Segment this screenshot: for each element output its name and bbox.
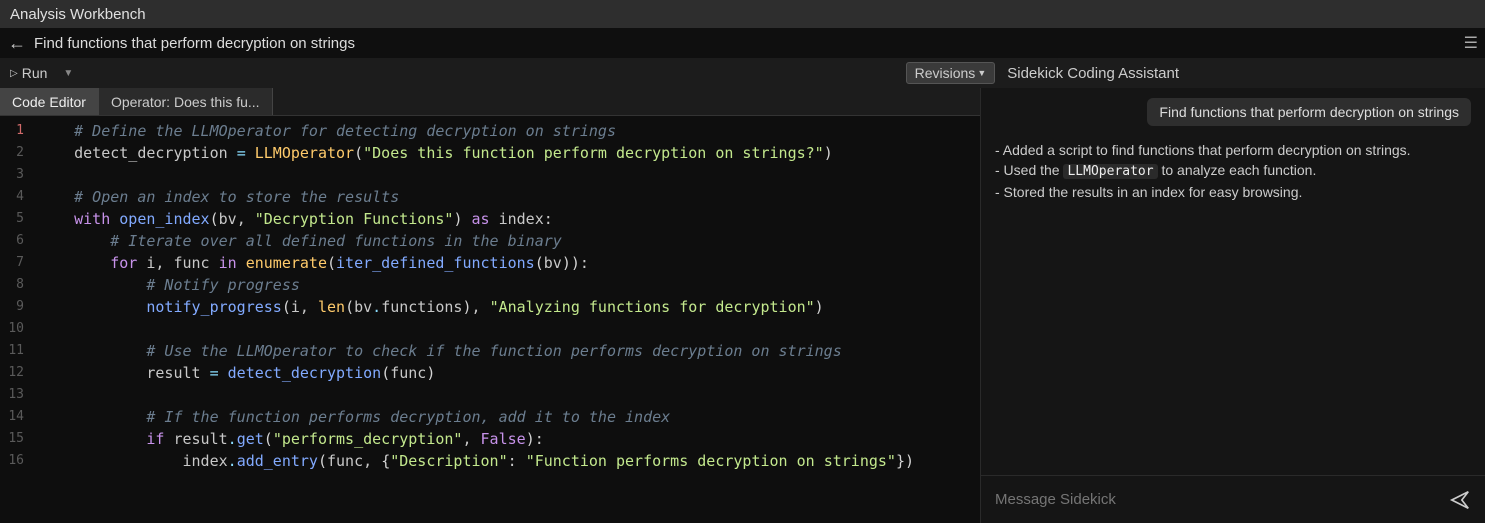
code-line[interactable]: notify_progress(i, len(bv.functions), "A…: [38, 296, 972, 318]
assistant-line: - Used the LLMOperator to analyze each f…: [995, 160, 1471, 182]
query-bar: ← Find functions that perform decryption…: [0, 28, 1485, 58]
code-line[interactable]: with open_index(bv, "Decryption Function…: [38, 208, 972, 230]
run-label: Run: [22, 65, 48, 81]
toolbar: ▷ Run ▼ Revisions ▼ Sidekick Coding Assi…: [0, 58, 1485, 88]
app-title: Analysis Workbench: [10, 6, 146, 23]
code-line[interactable]: if result.get("performs_decryption", Fal…: [38, 428, 972, 450]
line-number: 9: [0, 296, 24, 318]
code-line[interactable]: index.add_entry(func, {"Description": "F…: [38, 450, 972, 472]
editor-tabs: Code Editor Operator: Does this fu...: [0, 88, 980, 116]
revisions-button[interactable]: Revisions ▼: [906, 62, 996, 84]
line-number: 15: [0, 428, 24, 450]
line-number: 11: [0, 340, 24, 362]
play-icon: ▷: [10, 68, 18, 79]
line-number: 14: [0, 406, 24, 428]
tab-label: Code Editor: [12, 94, 86, 110]
tab-code-editor[interactable]: Code Editor: [0, 88, 99, 115]
code-line[interactable]: [38, 318, 972, 340]
line-number: 4: [0, 186, 24, 208]
code-line[interactable]: # Notify progress: [38, 274, 972, 296]
tab-operator[interactable]: Operator: Does this fu...: [99, 88, 273, 115]
revisions-label: Revisions: [915, 65, 976, 81]
code-line[interactable]: result = detect_decryption(func): [38, 362, 972, 384]
hamburger-menu-icon[interactable]: ☰: [1464, 33, 1477, 53]
line-number: 16: [0, 450, 24, 472]
user-message-text: Find functions that perform decryption o…: [1159, 104, 1459, 120]
line-gutter: 12345678910111213141516: [0, 116, 30, 523]
code-area[interactable]: # Define the LLMOperator for detecting d…: [30, 116, 980, 523]
query-text: Find functions that perform decryption o…: [34, 35, 1464, 52]
line-number: 10: [0, 318, 24, 340]
chat-area: Find functions that perform decryption o…: [981, 88, 1485, 475]
user-message: Find functions that perform decryption o…: [1147, 98, 1471, 126]
line-number: 2: [0, 142, 24, 164]
line-number: 8: [0, 274, 24, 296]
assistant-line: - Stored the results in an index for eas…: [995, 182, 1471, 202]
code-line[interactable]: detect_decryption = LLMOperator("Does th…: [38, 142, 972, 164]
titlebar: Analysis Workbench: [0, 0, 1485, 28]
sidekick-pane: Find functions that perform decryption o…: [980, 88, 1485, 523]
code-line[interactable]: # Define the LLMOperator for detecting d…: [38, 120, 972, 142]
line-number: 13: [0, 384, 24, 406]
line-number: 1: [0, 120, 24, 142]
code-line[interactable]: for i, func in enumerate(iter_defined_fu…: [38, 252, 972, 274]
assistant-line: - Added a script to find functions that …: [995, 140, 1471, 160]
code-line[interactable]: [38, 384, 972, 406]
code-line[interactable]: # Open an index to store the results: [38, 186, 972, 208]
code-line[interactable]: [38, 164, 972, 186]
chat-input[interactable]: [995, 491, 1449, 508]
line-number: 6: [0, 230, 24, 252]
code-editor[interactable]: 12345678910111213141516 # Define the LLM…: [0, 116, 980, 523]
run-dropdown-chevron-icon[interactable]: ▼: [63, 68, 73, 79]
run-button[interactable]: ▷ Run: [6, 63, 51, 83]
chevron-down-icon: ▼: [977, 68, 986, 78]
send-icon[interactable]: [1449, 489, 1471, 511]
code-line[interactable]: # Iterate over all defined functions in …: [38, 230, 972, 252]
line-number: 7: [0, 252, 24, 274]
line-number: 5: [0, 208, 24, 230]
chat-input-row: [981, 475, 1485, 523]
sidekick-panel-title: Sidekick Coding Assistant: [1007, 65, 1179, 82]
line-number: 12: [0, 362, 24, 384]
line-number: 3: [0, 164, 24, 186]
editor-pane: Code Editor Operator: Does this fu... 12…: [0, 88, 980, 523]
tab-label: Operator: Does this fu...: [111, 94, 260, 110]
code-line[interactable]: # If the function performs decryption, a…: [38, 406, 972, 428]
code-line[interactable]: # Use the LLMOperator to check if the fu…: [38, 340, 972, 362]
back-arrow-icon[interactable]: ←: [8, 33, 26, 54]
assistant-message: - Added a script to find functions that …: [995, 140, 1471, 202]
